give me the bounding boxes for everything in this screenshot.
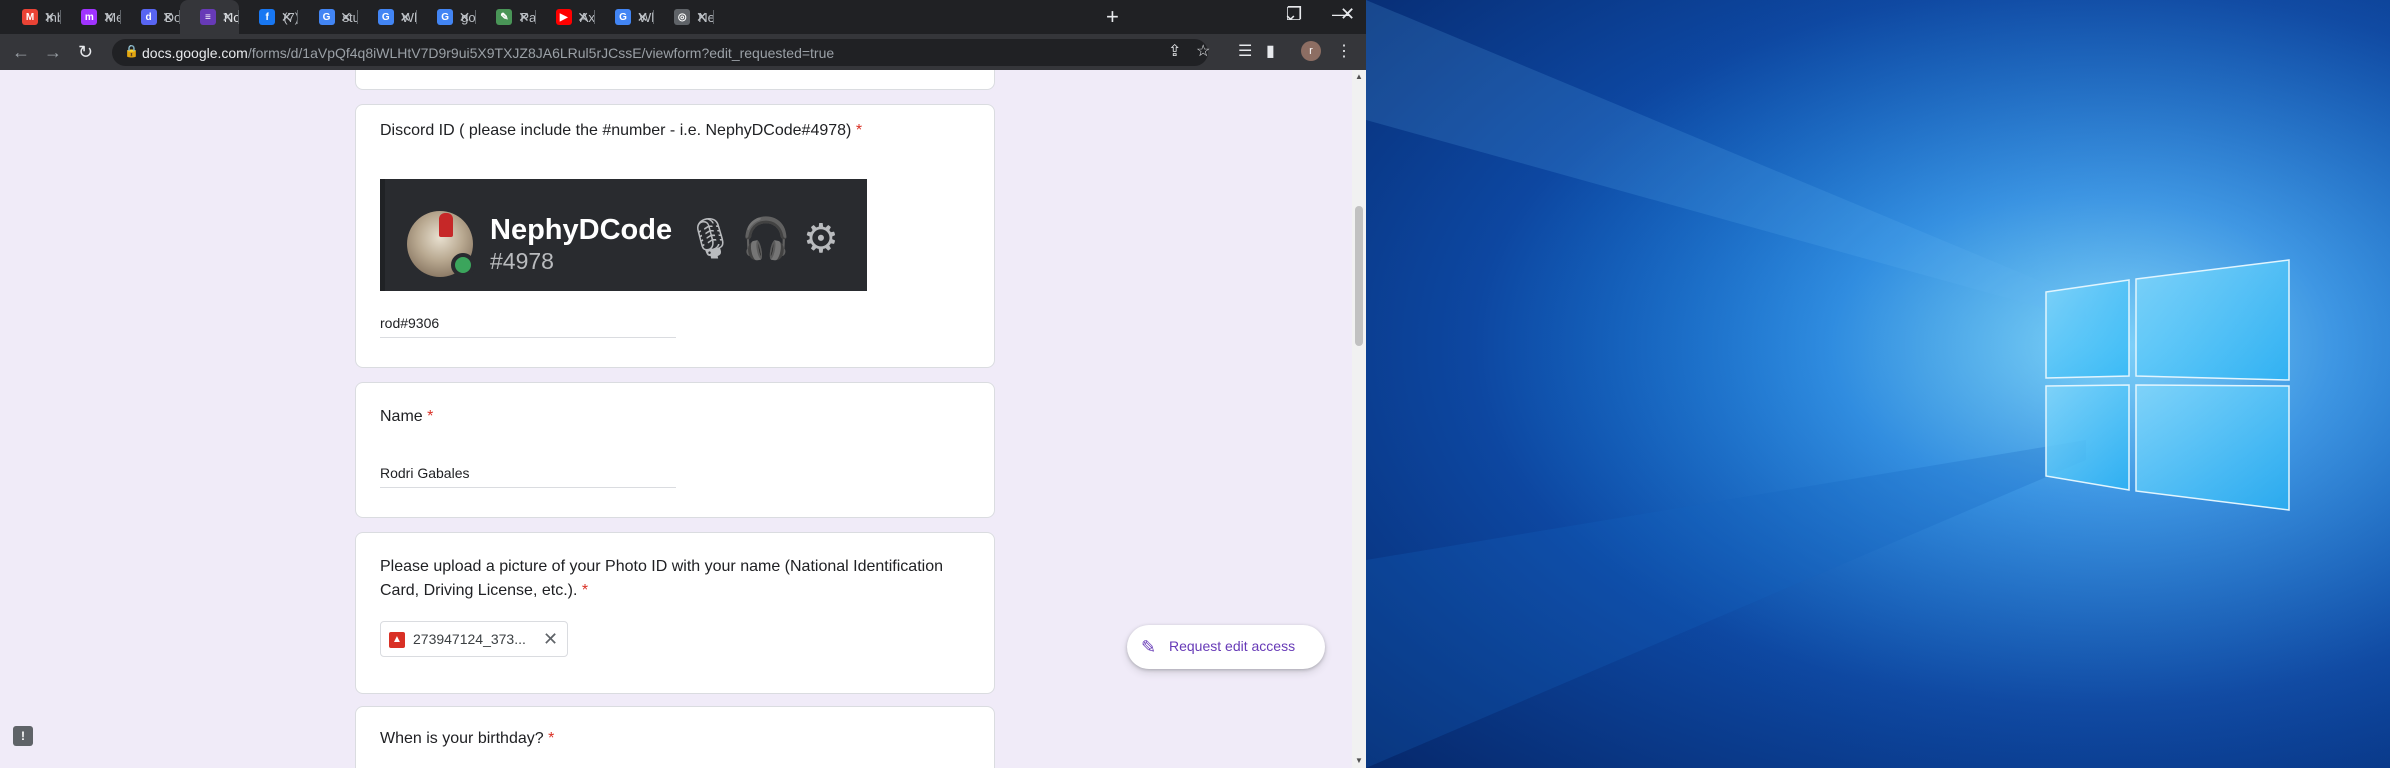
tab-strip: MInbox✕mMessenger✕dDownload✕≡Nox✕f(7) Ro… xyxy=(0,0,1366,34)
back-icon[interactable]: ← xyxy=(12,42,30,62)
youtube-icon: ▶ xyxy=(555,9,572,25)
profile-avatar[interactable]: r xyxy=(1301,41,1321,61)
discord-username: NephyDCode xyxy=(490,214,673,246)
discord-icon: d xyxy=(140,9,157,25)
browser-tab[interactable]: mMessenger✕ xyxy=(61,0,121,34)
pencil-icon: ✎ xyxy=(1141,637,1157,657)
question-title: Please upload a picture of your Photo ID… xyxy=(380,558,943,599)
google-forms-icon: ≡ xyxy=(199,9,216,25)
browser-window: MInbox✕mMessenger✕dDownload✕≡Nox✕f(7) Ro… xyxy=(0,0,1366,768)
discord-question-card: Discord ID ( please include the #number … xyxy=(355,104,995,368)
browser-tab[interactable]: ≡Nox✕ xyxy=(179,0,240,34)
google-icon: G xyxy=(437,9,454,25)
close-tab-icon[interactable]: ✕ xyxy=(637,9,649,25)
messenger-icon: m xyxy=(81,9,98,25)
gear-icon: ⚙ xyxy=(803,217,839,261)
remove-file-icon[interactable]: ✕ xyxy=(543,628,558,650)
previous-question-card xyxy=(355,70,995,90)
close-tab-icon[interactable]: ✕ xyxy=(459,9,471,25)
question-title: Discord ID ( please include the #number … xyxy=(380,122,863,139)
close-tab-icon[interactable]: ✕ xyxy=(103,9,115,25)
tab-separator xyxy=(712,10,714,24)
browser-tab[interactable]: ▶Axie✕ xyxy=(536,0,595,34)
photo-id-question-card: Please upload a picture of your Photo ID… xyxy=(355,532,995,694)
browser-tab[interactable]: f(7) Rod✕ xyxy=(239,0,299,34)
reload-icon[interactable]: ↻ xyxy=(78,42,93,62)
browser-tab[interactable]: GWhy✕ xyxy=(595,0,655,34)
browser-tab[interactable]: Ggoogle✕ xyxy=(417,0,477,34)
browser-tab[interactable]: MInbox✕ xyxy=(2,0,62,34)
windows-logo-wallpaper xyxy=(1366,0,2390,768)
windows-desktop-wallpaper xyxy=(1366,0,2390,768)
report-feedback-icon[interactable]: ! xyxy=(13,726,33,746)
restore-icon[interactable]: ❐ xyxy=(1286,4,1302,24)
discord-id-input[interactable]: rod#9306 xyxy=(380,315,676,338)
close-tab-icon[interactable]: ✕ xyxy=(399,9,411,25)
microphone-icon: 🎙 xyxy=(685,217,736,261)
scroll-down-icon[interactable]: ▼ xyxy=(1355,756,1363,765)
gmail-icon: M xyxy=(22,9,38,25)
uploaded-file-chip[interactable]: ▲ 273947124_373... ✕ xyxy=(380,621,568,657)
browser-toolbar: ← → ↻ 🔒 docs.google.com/forms/d/1aVpQf4q… xyxy=(0,34,1366,70)
browser-tab[interactable]: dDownload✕ xyxy=(121,0,180,34)
reading-list-icon[interactable]: ☰ xyxy=(1238,42,1252,62)
new-tab-icon[interactable]: + xyxy=(1106,6,1119,28)
scroll-up-icon[interactable]: ▲ xyxy=(1355,72,1363,81)
question-title: Name * xyxy=(380,408,434,425)
browser-tab[interactable]: Gstudy✕ xyxy=(299,0,358,34)
google-icon: G xyxy=(318,9,335,25)
close-tab-icon[interactable]: ✕ xyxy=(577,9,589,25)
page-scrollbar[interactable]: ▲ ▼ xyxy=(1352,70,1366,768)
request-edit-access-button[interactable]: ✎ Request edit access xyxy=(1127,625,1325,669)
close-tab-icon[interactable]: ✕ xyxy=(696,9,708,25)
name-input[interactable]: Rodri Gabales xyxy=(380,465,676,488)
discord-example-image: NephyDCode #4978 🎙 🎧 ⚙ xyxy=(380,179,867,291)
close-tab-icon[interactable]: ✕ xyxy=(162,9,174,25)
url-text[interactable]: docs.google.com/forms/d/1aVpQf4q8iWLHtV7… xyxy=(142,45,834,61)
address-bar[interactable]: 🔒 docs.google.com/forms/d/1aVpQf4q8iWLHt… xyxy=(112,39,1208,66)
image-file-icon: ▲ xyxy=(389,632,405,648)
close-tab-icon[interactable]: ✕ xyxy=(281,9,293,25)
google-icon: G xyxy=(615,9,631,25)
google-icon: G xyxy=(377,9,394,25)
bookmark-star-icon[interactable]: ☆ xyxy=(1196,42,1210,62)
close-tab-icon[interactable]: ✕ xyxy=(221,9,233,25)
discord-tag: #4978 xyxy=(490,248,554,274)
close-tab-icon[interactable]: ✕ xyxy=(340,9,352,25)
close-window-icon[interactable]: ✕ xyxy=(1340,4,1355,24)
browser-tab[interactable]: ✎Paraphrase✕ xyxy=(476,0,536,34)
headphones-icon: 🎧 xyxy=(741,217,791,261)
quill-icon: ✎ xyxy=(496,9,513,25)
close-tab-icon[interactable]: ✕ xyxy=(44,9,56,25)
facebook-icon: f xyxy=(259,9,276,25)
scrollbar-thumb[interactable] xyxy=(1355,206,1363,346)
close-tab-icon[interactable]: ✕ xyxy=(518,9,530,25)
forward-icon[interactable]: → xyxy=(44,42,62,62)
browser-tab[interactable]: ◎New Tab✕ xyxy=(654,0,714,34)
browser-tab[interactable]: GWhat✕ xyxy=(358,0,418,34)
file-name: 273947124_373... xyxy=(413,631,526,647)
share-icon[interactable]: ⇪ xyxy=(1168,42,1181,62)
birthday-question-card: When is your birthday? * xyxy=(355,706,995,768)
name-question-card: Name * Rodri Gabales xyxy=(355,382,995,518)
side-panel-icon[interactable]: ▮ xyxy=(1266,42,1275,62)
question-title: When is your birthday? * xyxy=(380,730,555,747)
menu-icon[interactable]: ⋮ xyxy=(1336,42,1352,62)
online-status-dot xyxy=(451,253,475,277)
lock-icon: 🔒 xyxy=(124,44,139,58)
chrome-icon: ◎ xyxy=(674,9,691,25)
